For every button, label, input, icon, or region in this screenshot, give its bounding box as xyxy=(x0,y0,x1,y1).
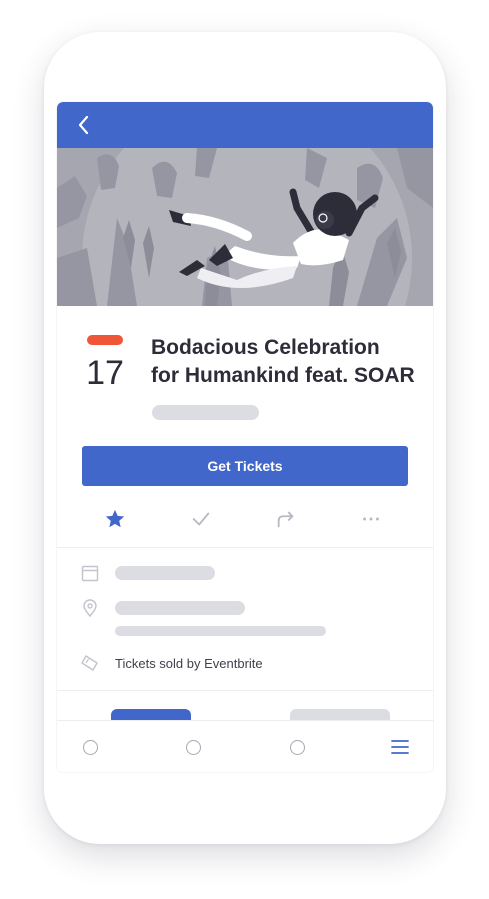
month-bar xyxy=(87,335,123,345)
event-hero-image xyxy=(57,148,433,306)
bottom-tab-bar xyxy=(57,720,433,772)
home-tab-icon xyxy=(82,739,98,755)
app-screen: 17 Bodacious Celebration for Humankind f… xyxy=(57,102,433,772)
more-icon xyxy=(363,517,379,521)
share-button[interactable] xyxy=(266,502,306,536)
get-tickets-button[interactable]: Get Tickets xyxy=(82,446,408,486)
section-divider-2 xyxy=(57,690,433,691)
action-bar xyxy=(57,502,433,536)
search-tab-icon xyxy=(185,739,201,755)
section-divider xyxy=(57,547,433,548)
search-tab[interactable] xyxy=(181,735,205,759)
tickets-sold-by: Tickets sold by Eventbrite xyxy=(115,656,263,671)
ticket-icon xyxy=(81,655,98,671)
home-tab[interactable] xyxy=(78,735,102,759)
star-icon xyxy=(105,509,125,528)
tickets-tab-icon xyxy=(289,739,305,755)
event-title: Bodacious Celebration for Humankind feat… xyxy=(151,334,426,390)
address-placeholder xyxy=(115,626,326,636)
going-button[interactable] xyxy=(181,502,221,536)
back-button[interactable] xyxy=(71,112,97,138)
checkmark-icon xyxy=(192,512,210,526)
location-pin-icon xyxy=(83,599,97,618)
date-placeholder xyxy=(115,566,215,580)
organizer-placeholder xyxy=(152,405,259,420)
menu-tab[interactable] xyxy=(388,735,412,759)
top-bar xyxy=(57,102,433,148)
chevron-left-icon xyxy=(78,115,89,135)
share-icon xyxy=(277,511,294,528)
event-title-line1: Bodacious Celebration xyxy=(151,336,380,359)
calendar-icon xyxy=(81,565,99,582)
hamburger-menu-icon xyxy=(391,740,409,754)
favorite-button[interactable] xyxy=(95,502,135,536)
more-button[interactable] xyxy=(351,502,391,536)
event-title-line2: for Humankind feat. SOAR xyxy=(151,364,415,387)
falling-dancer-illustration xyxy=(57,148,433,306)
venue-placeholder xyxy=(115,601,245,615)
event-day: 17 xyxy=(86,354,124,392)
tickets-tab[interactable] xyxy=(285,735,309,759)
